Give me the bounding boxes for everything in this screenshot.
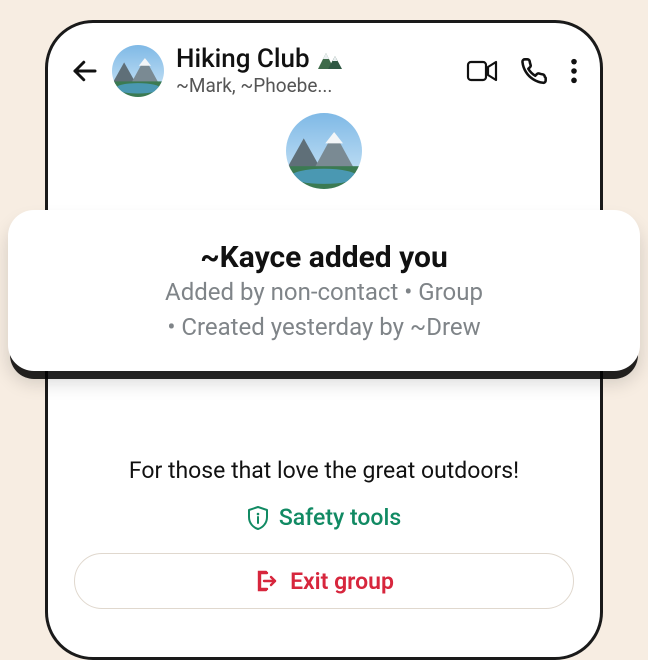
- group-context-card: ~Kayce added you Added by non-contact • …: [8, 210, 640, 371]
- group-details: For those that love the great outdoors! …: [48, 433, 600, 609]
- context-title: ~Kayce added you: [26, 240, 622, 275]
- exit-icon: [254, 569, 278, 593]
- header-actions: [466, 57, 578, 85]
- group-avatar-large[interactable]: [286, 113, 362, 189]
- safety-tools-button[interactable]: Safety tools: [74, 504, 574, 531]
- group-description: For those that love the great outdoors!: [74, 457, 574, 484]
- shield-info-icon: [247, 505, 269, 531]
- title-block[interactable]: Hiking Club ~Mark, ~Phoebe...: [176, 45, 454, 97]
- safety-tools-label: Safety tools: [279, 504, 401, 531]
- exit-group-label: Exit group: [290, 568, 394, 595]
- header: Hiking Club ~Mark, ~Phoebe...: [48, 23, 600, 107]
- context-line-1: Added by non-contact • Group: [26, 275, 622, 310]
- group-avatar-row: [48, 107, 600, 209]
- group-title: Hiking Club: [176, 45, 310, 75]
- exit-group-button[interactable]: Exit group: [74, 553, 574, 609]
- more-options-icon[interactable]: [570, 57, 578, 85]
- context-line-2: • Created yesterday by ~Drew: [26, 310, 622, 345]
- video-call-icon[interactable]: [466, 58, 498, 84]
- mountain-emoji-icon: [316, 50, 342, 70]
- voice-call-icon[interactable]: [520, 57, 548, 85]
- group-avatar-small[interactable]: [112, 45, 164, 97]
- back-icon[interactable]: [70, 56, 100, 86]
- members-subtitle: ~Mark, ~Phoebe...: [176, 75, 454, 97]
